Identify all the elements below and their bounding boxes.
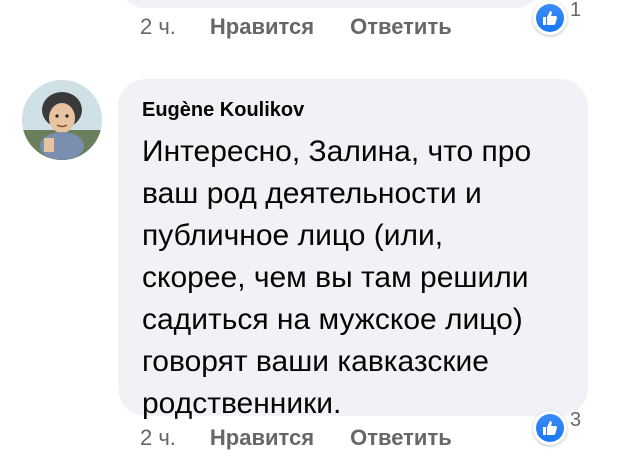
thumbs-up-icon xyxy=(543,421,557,435)
reaction-summary[interactable]: 3 xyxy=(533,409,582,445)
comment-text: Интересно, Залина, что про ваш род деяте… xyxy=(142,135,532,420)
like-button[interactable]: Нравится xyxy=(210,425,314,451)
avatar[interactable] xyxy=(22,80,102,160)
previous-comment-actions: 2 ч. Нравится Ответить xyxy=(140,14,488,40)
reply-button[interactable]: Ответить xyxy=(350,425,452,451)
comment-thread: 2 ч. Нравится Ответить 1 Eugène Koulikov… xyxy=(0,0,639,476)
previous-reply-button[interactable]: Ответить xyxy=(350,14,452,40)
previous-comment-bubble xyxy=(120,0,540,8)
previous-reaction-summary[interactable]: 1 xyxy=(533,0,582,35)
comment-bubble: Eugène Koulikov Интересно, Залина, что п… xyxy=(118,79,588,420)
reaction-count: 3 xyxy=(570,409,582,431)
like-reaction-badge xyxy=(533,1,567,35)
previous-comment-timestamp[interactable]: 2 ч. xyxy=(140,14,176,40)
thumbs-up-icon xyxy=(543,11,557,25)
comment-author[interactable]: Eugène Koulikov xyxy=(142,99,304,122)
previous-reaction-count: 1 xyxy=(570,0,582,21)
previous-like-button[interactable]: Нравится xyxy=(210,14,314,40)
comment-timestamp[interactable]: 2 ч. xyxy=(140,425,176,451)
like-reaction-badge xyxy=(533,411,567,445)
avatar-image xyxy=(22,80,102,160)
comment-actions: 2 ч. Нравится Ответить xyxy=(140,425,488,451)
